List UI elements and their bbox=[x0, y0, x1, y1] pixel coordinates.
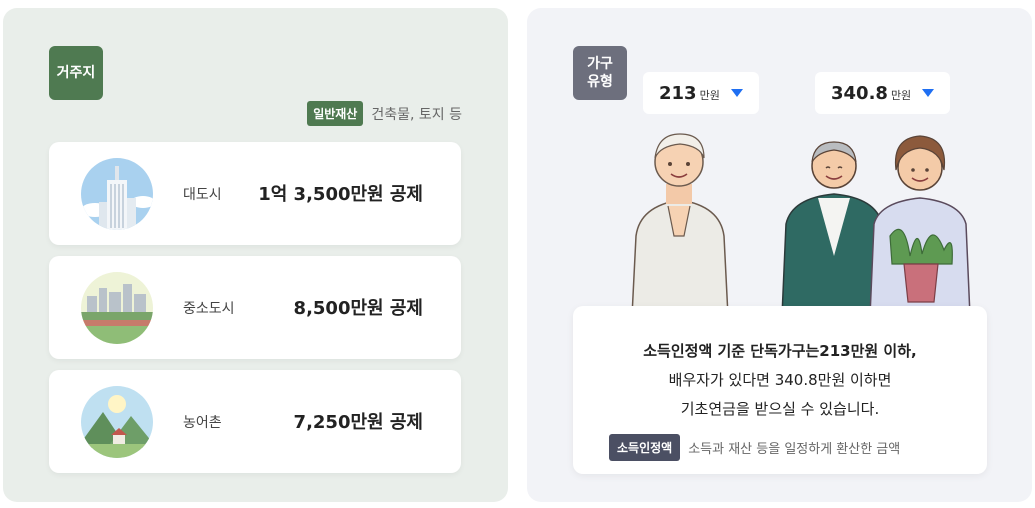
village-icon bbox=[81, 386, 153, 458]
deduction-card-metro: 대도시 1억 3,500만원 공제 bbox=[49, 142, 461, 245]
region-label: 농어촌 bbox=[183, 415, 222, 431]
deduction-card-rural: 농어촌 7,250만원 공제 bbox=[49, 370, 461, 473]
town-icon bbox=[81, 272, 153, 344]
asset-legend-text: 건축물, 토지 등 bbox=[371, 106, 462, 123]
region-label: 중소도시 bbox=[183, 301, 235, 317]
deduction-amount: 7,250만원 공제 bbox=[293, 412, 423, 433]
elderly-woman-figure bbox=[869, 135, 971, 317]
residence-tag: 거주지 bbox=[49, 46, 103, 100]
couple-income-unit: 만원 bbox=[890, 89, 912, 102]
couple-income-dropdown[interactable]: 340.8 만원 bbox=[815, 72, 951, 114]
general-asset-chip: 일반재산 bbox=[307, 101, 364, 126]
info-line-single: 소득인정액 기준 단독가구는213만원 이하, bbox=[643, 342, 917, 360]
couple-income-amount: 340.8 bbox=[831, 82, 888, 104]
deduction-amount: 8,500만원 공제 bbox=[293, 298, 423, 319]
region-label: 대도시 bbox=[183, 187, 222, 203]
household-tag-line2: 유형 bbox=[587, 74, 613, 90]
single-income-dropdown[interactable]: 213 만원 bbox=[643, 72, 759, 114]
caret-down-icon bbox=[730, 89, 743, 97]
deduction-card-town: 중소도시 8,500만원 공제 bbox=[49, 256, 461, 359]
city-icon bbox=[81, 158, 153, 230]
pension-info-card: 소득인정액 기준 단독가구는213만원 이하, 배우자가 있다면 340.8만원… bbox=[573, 306, 987, 474]
asset-legend: 일반재산 건축물, 토지 등 bbox=[307, 101, 462, 126]
household-panel: 가구 유형 213 만원 340.8 만원 소득인정액 기준 단독가구는213만… bbox=[527, 8, 1032, 502]
household-tag-line1: 가구 bbox=[587, 56, 613, 72]
single-elderly-figure bbox=[631, 133, 729, 317]
elderly-illustration bbox=[622, 126, 992, 317]
single-income-amount: 213 bbox=[659, 82, 697, 104]
residence-panel: 거주지 일반재산 건축물, 토지 등 대도시 1억 3,500만원 공제 중소도… bbox=[3, 8, 508, 502]
info-line-eligibility: 기초연금을 받으실 수 있습니다. bbox=[680, 400, 880, 418]
household-tag: 가구 유형 bbox=[573, 46, 627, 100]
deduction-amount: 1억 3,500만원 공제 bbox=[258, 184, 423, 205]
income-definition-note: 소득인정액 소득과 재산 등을 일정하게 환산한 금액 bbox=[609, 434, 900, 461]
info-line-couple: 배우자가 있다면 340.8만원 이하면 bbox=[668, 371, 892, 389]
income-recognition-chip: 소득인정액 bbox=[609, 434, 681, 461]
single-income-unit: 만원 bbox=[699, 89, 720, 102]
income-recognition-text: 소득과 재산 등을 일정하게 환산한 금액 bbox=[688, 442, 901, 457]
caret-down-icon bbox=[922, 89, 935, 97]
